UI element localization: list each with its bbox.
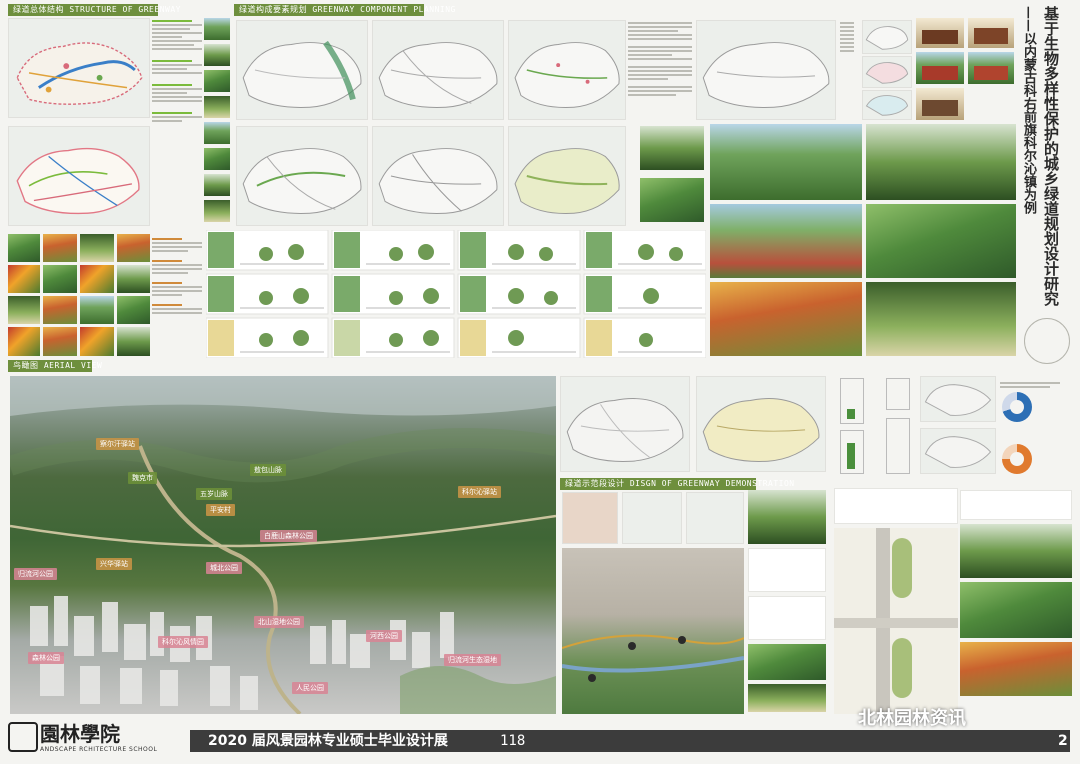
aerial-label: 敖包山脉 (250, 464, 286, 476)
perspective-renders (710, 124, 1016, 356)
aerial-label: 归流河公园 (14, 568, 57, 580)
structure-map-2 (8, 126, 150, 226)
component-text (628, 20, 692, 120)
poster-title: 基于生物多样性保护的城乡绿道规划设计研究 (1042, 6, 1060, 306)
demo-locator-1 (562, 492, 618, 544)
analysis-map-3 (920, 376, 996, 422)
component-map-5 (372, 126, 504, 226)
school-logo-icon (8, 722, 38, 752)
component-map-3 (508, 20, 626, 120)
component-header: 绿道构成要素规划 GREENWAY COMPONENT PLANNING (234, 4, 455, 16)
aerial-label: 森林公园 (28, 652, 64, 664)
demo-header: 绿道示范段设计 DISGN OF GREENWAY DEMONSTRATION (560, 478, 794, 490)
plant-photo-grid (8, 234, 150, 356)
demo-render-images (960, 490, 1072, 714)
structure-photo-strip (204, 18, 230, 228)
structure-legend-text (152, 18, 202, 228)
structure-map-1 (8, 18, 150, 118)
blue-donut-chart (1002, 392, 1032, 422)
aerial-label: 魏克市 (128, 472, 157, 484)
structure-header: 绿道总体结构 STRUCTURE OF GREENWAY (8, 4, 180, 16)
exhibition-title: 2020 届风景园林专业硕士毕业设计展 (208, 733, 448, 749)
demo-locator-3 (686, 492, 744, 544)
aerial-view-image: 察尔汗驿站 敖包山脉 魏克市 五岁山脉 平安村 科尔沁驿站 白鹿山森林公园 兴华… (10, 376, 556, 714)
poster-subtitle: ——以内蒙古科右前旗科尔沁镇为例 (1021, 6, 1036, 214)
aerial-label: 科尔沁驿站 (458, 486, 501, 498)
station-map-3 (862, 90, 912, 120)
aerial-label: 城北公园 (206, 562, 242, 574)
landscape-model-renders (640, 126, 704, 226)
aerial-label: 五岁山脉 (196, 488, 232, 500)
orange-donut-chart (1002, 444, 1032, 474)
component-legend (840, 20, 860, 120)
demo-locator-2 (622, 492, 682, 544)
seal-logo (1024, 318, 1070, 364)
aerial-label: 白鹿山森林公园 (260, 530, 317, 542)
station-map-1 (862, 20, 912, 54)
aerial-label: 兴华驿站 (96, 558, 132, 570)
component-map-7 (696, 20, 836, 120)
page-number: 118 (500, 733, 526, 749)
aerial-label: 科尔沁风情园 (158, 636, 208, 648)
station-photos (916, 18, 1016, 122)
analysis-map-4 (920, 428, 996, 474)
greenway-cross-sections (205, 229, 707, 359)
aerial-label: 人民公园 (292, 682, 328, 694)
corner-number: 2 (1058, 733, 1068, 749)
school-name: 園林學院 (40, 722, 120, 746)
aerial-label: 察尔汗驿站 (96, 438, 139, 450)
plant-text (152, 236, 202, 354)
demo-section-images (748, 490, 828, 714)
wechat-watermark: 北林园林资讯 (858, 708, 966, 729)
component-map-1 (236, 20, 368, 120)
aerial-label: 北山湿地公园 (254, 616, 304, 628)
aerial-label: 河西公园 (366, 630, 402, 642)
component-map-6 (508, 126, 626, 226)
footer: 園林學院 ANDSCAPE RCHITECTURE SCHOOL 2020 届风… (0, 708, 1080, 764)
school-name-en: ANDSCAPE RCHITECTURE SCHOOL (40, 746, 158, 753)
component-map-4 (236, 126, 368, 226)
station-map-2 (862, 56, 912, 88)
analysis-map-1 (560, 376, 690, 472)
demo-detail-plan (834, 488, 958, 714)
analysis-map-2 (696, 376, 826, 472)
component-map-2 (372, 20, 504, 120)
aerial-header: 鸟瞰图 AERIAL VIEW (8, 360, 102, 372)
demo-plan-image (562, 548, 744, 714)
bar-diagrams (836, 378, 918, 474)
aerial-label: 平安村 (206, 504, 235, 516)
aerial-label: 归流河生态湿地 (444, 654, 501, 666)
chart-text (1000, 380, 1070, 390)
